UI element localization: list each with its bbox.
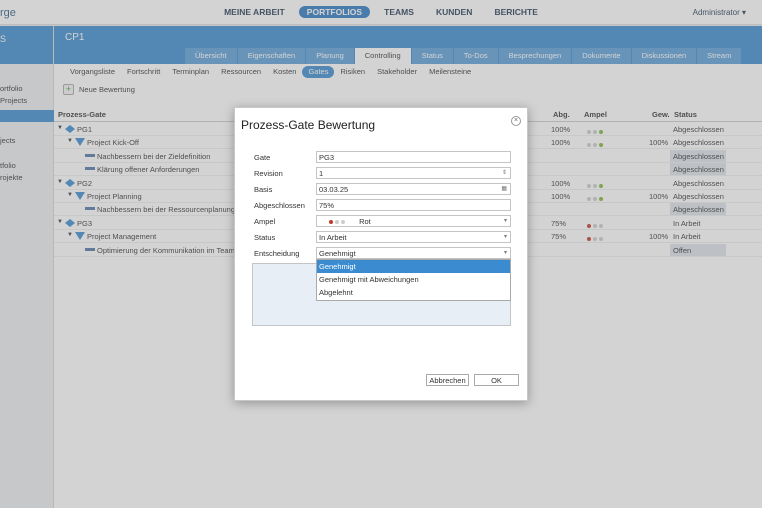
revision-stepper[interactable]: 1 ⇕	[316, 167, 511, 179]
entscheidung-value: Genehmigt	[319, 249, 356, 258]
abgeschlossen-field[interactable]: 75%	[316, 199, 511, 211]
close-icon[interactable]: ×	[511, 116, 521, 126]
basis-label: Basis	[254, 185, 273, 194]
revision-value: 1	[319, 169, 324, 178]
ampel-label: Ampel	[254, 217, 276, 226]
basis-value: 03.03.25	[319, 185, 349, 194]
status-label: Status	[254, 233, 276, 242]
revision-label: Revision	[254, 169, 283, 178]
cancel-button[interactable]: Abbrechen	[426, 374, 469, 386]
entscheidung-dropdown: Genehmigt Genehmigt mit Abweichungen Abg…	[316, 259, 511, 301]
chevron-down-icon: ▾	[503, 218, 507, 224]
ampel-value: Rot	[359, 217, 371, 226]
abgeschlossen-label: Abgeschlossen	[254, 201, 305, 210]
gate-evaluation-dialog: Prozess-Gate Bewertung × Gate PG3 Revisi…	[234, 107, 528, 401]
entscheidung-select[interactable]: Genehmigt ▾	[316, 247, 511, 259]
ok-button[interactable]: OK	[474, 374, 519, 386]
option-genehmigt[interactable]: Genehmigt	[317, 260, 510, 273]
calendar-icon[interactable]: ▦	[501, 185, 507, 192]
gate-field[interactable]: PG3	[316, 151, 511, 163]
option-abgelehnt[interactable]: Abgelehnt	[317, 286, 510, 299]
gate-label: Gate	[254, 153, 271, 162]
stepper-arrows-icon[interactable]: ⇕	[502, 169, 507, 176]
entscheidung-label: Entscheidung	[254, 249, 300, 258]
ampel-select[interactable]: Rot ▾	[316, 215, 511, 227]
basis-date-field[interactable]: 03.03.25 ▦	[316, 183, 511, 195]
chevron-down-icon: ▾	[503, 250, 507, 256]
chevron-down-icon: ▾	[503, 234, 507, 240]
dialog-title: Prozess-Gate Bewertung	[241, 118, 376, 132]
status-select[interactable]: In Arbeit ▾	[316, 231, 511, 243]
ampel-indicator-icon	[329, 217, 347, 226]
option-genehmigt-abweichungen[interactable]: Genehmigt mit Abweichungen	[317, 273, 510, 286]
status-value: In Arbeit	[319, 233, 347, 242]
